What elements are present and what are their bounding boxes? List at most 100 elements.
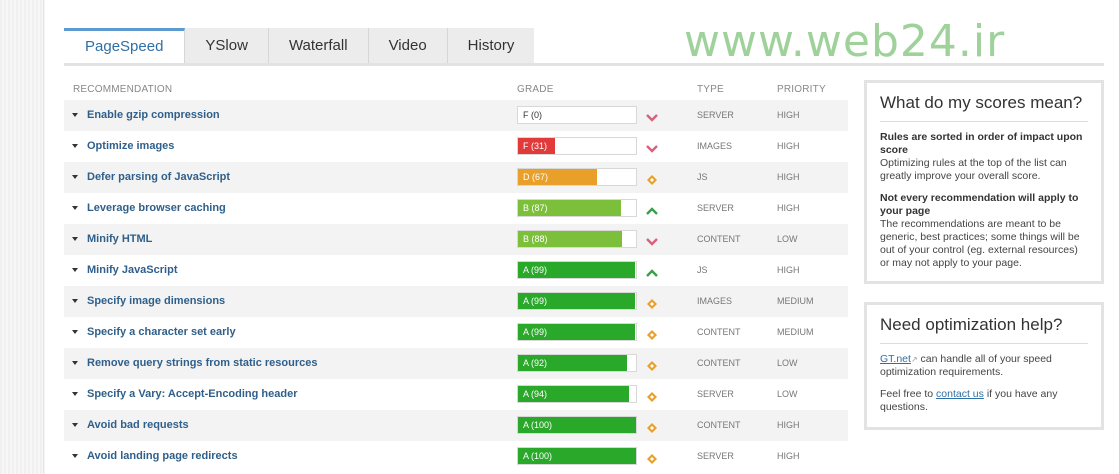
header-recommendation: RECOMMENDATION (73, 84, 173, 95)
recommendation-toggle[interactable]: Enable gzip compression (72, 109, 220, 121)
type-cell: CONTENT (697, 234, 741, 244)
scores-panel-bold-2: Not every recommendation will apply to y… (880, 192, 1079, 217)
recommendation-name: Specify a character set early (87, 326, 236, 338)
scores-panel-text-2: The recommendations are meant to be gene… (880, 218, 1080, 269)
chevron-down-icon (646, 234, 658, 246)
recommendation-toggle[interactable]: Minify HTML (72, 233, 152, 245)
type-cell: SERVER (697, 110, 734, 120)
caret-down-icon (72, 392, 78, 397)
grade-bar: A (92) (517, 354, 637, 372)
report-tabs: PageSpeed YSlow Waterfall Video History (64, 28, 535, 64)
table-row[interactable]: Avoid landing page redirects A (100) SERVE… (64, 441, 848, 472)
recommendation-name: Enable gzip compression (87, 109, 220, 121)
type-cell: CONTENT (697, 358, 741, 368)
recommendation-name: Specify image dimensions (87, 295, 226, 307)
recommendation-toggle[interactable]: Specify a character set early (72, 326, 236, 338)
recommendation-toggle[interactable]: Leverage browser caching (72, 202, 226, 214)
grade-label: A (99) (523, 327, 548, 337)
priority-cell: HIGH (777, 203, 800, 213)
grade-bar: A (100) (517, 447, 637, 465)
table-row[interactable]: Specify a Vary: Accept-Encoding header A … (64, 379, 848, 410)
tab-video[interactable]: Video (368, 28, 448, 64)
priority-cell: HIGH (777, 265, 800, 275)
recommendation-name: Leverage browser caching (87, 202, 226, 214)
tab-waterfall[interactable]: Waterfall (268, 28, 369, 64)
table-row[interactable]: Leverage browser caching B (87) SERVER HIGH (64, 193, 848, 224)
header-grade: GRADE (517, 84, 554, 95)
recommendation-toggle[interactable]: Specify a Vary: Accept-Encoding header (72, 388, 298, 400)
recommendation-name: Minify JavaScript (87, 264, 178, 276)
type-cell: IMAGES (697, 296, 733, 306)
table-row[interactable]: Specify a character set early A (99) CONTE… (64, 317, 848, 348)
table-row[interactable]: Minify JavaScript A (99) JS HIGH (64, 255, 848, 286)
priority-cell: LOW (777, 389, 798, 399)
caret-down-icon (72, 237, 78, 242)
caret-down-icon (72, 144, 78, 149)
help-panel-paragraph-2: Feel free to contact us if you have any … (880, 388, 1088, 414)
recommendation-toggle[interactable]: Minify JavaScript (72, 264, 177, 276)
tabs-underline (64, 63, 1104, 66)
grade-label: A (100) (523, 420, 553, 430)
grade-label: A (99) (523, 296, 548, 306)
recommendation-name: Optimize images (87, 140, 175, 152)
header-type: TYPE (697, 84, 724, 95)
scores-panel-text-1: Optimizing rules at the top of the list … (880, 157, 1067, 182)
table-row[interactable]: Minify HTML B (88) CONTENT LOW (64, 224, 848, 255)
type-cell: SERVER (697, 203, 734, 213)
grade-label: A (99) (523, 265, 548, 275)
tab-yslow[interactable]: YSlow (185, 28, 269, 64)
caret-down-icon (72, 113, 78, 118)
recommendation-name: Minify HTML (87, 233, 153, 245)
table-row[interactable]: Defer parsing of JavaScript D (67) JS HIGH (64, 162, 848, 193)
grade-bar: A (100) (517, 416, 637, 434)
table-row[interactable]: Remove query strings from static resourc… (64, 348, 848, 379)
table-row[interactable]: Specify image dimensions A (99) IMAGES MEDI… (64, 286, 848, 317)
grade-label: F (31) (523, 141, 548, 151)
scores-panel-title: What do my scores mean? (880, 93, 1088, 122)
recommendation-toggle[interactable]: Avoid landing page redirects (72, 450, 238, 462)
caret-down-icon (72, 454, 78, 459)
grade-bar: A (99) (517, 323, 637, 341)
diamond-icon (646, 451, 658, 464)
type-cell: SERVER (697, 389, 734, 399)
diamond-icon (646, 389, 658, 402)
priority-cell: HIGH (777, 141, 800, 151)
contact-us-link[interactable]: contact us (936, 388, 984, 400)
priority-cell: LOW (777, 234, 798, 244)
table-row[interactable]: Optimize images F (31) IMAGES HIGH (64, 131, 848, 162)
grade-label: F (0) (523, 110, 542, 120)
diamond-icon (646, 296, 658, 309)
tab-history[interactable]: History (447, 28, 535, 64)
recommendation-toggle[interactable]: Remove query strings from static resourc… (72, 357, 317, 369)
recommendation-toggle[interactable]: Specify image dimensions (72, 295, 225, 307)
recommendation-toggle[interactable]: Optimize images (72, 140, 174, 152)
priority-cell: HIGH (777, 420, 800, 430)
recommendation-toggle[interactable]: Defer parsing of JavaScript (72, 171, 230, 183)
priority-cell: LOW (777, 358, 798, 368)
caret-down-icon (72, 423, 78, 428)
recommendation-name: Remove query strings from static resourc… (87, 357, 318, 369)
help-panel-paragraph-1: GT.net↗ can handle all of your speed opt… (880, 353, 1088, 379)
grade-bar: D (67) (517, 168, 637, 186)
grade-label: D (67) (523, 172, 549, 182)
gtnet-link[interactable]: GT.net (880, 353, 911, 365)
diamond-icon (646, 172, 658, 185)
recommendation-toggle[interactable]: Avoid bad requests (72, 419, 189, 431)
priority-cell: MEDIUM (777, 327, 814, 337)
grade-bar: F (0) (517, 106, 637, 124)
recommendations-table: Enable gzip compression F (0) SERVER HIGH Op… (64, 100, 848, 472)
tab-pagespeed[interactable]: PageSpeed (64, 28, 186, 64)
table-row[interactable]: Avoid bad requests A (100) CONTENT HIGH (64, 410, 848, 441)
help-panel-title: Need optimization help? (880, 315, 1088, 344)
priority-cell: HIGH (777, 172, 800, 182)
priority-cell: HIGH (777, 451, 800, 461)
grade-bar: B (88) (517, 230, 637, 248)
caret-down-icon (72, 299, 78, 304)
grade-label: B (87) (523, 203, 548, 213)
table-row[interactable]: Enable gzip compression F (0) SERVER HIGH (64, 100, 848, 131)
type-cell: IMAGES (697, 141, 733, 151)
type-cell: JS (697, 172, 708, 182)
grade-label: B (88) (523, 234, 548, 244)
help-panel-text-2a: Feel free to (880, 388, 937, 400)
recommendation-name: Defer parsing of JavaScript (87, 171, 231, 183)
